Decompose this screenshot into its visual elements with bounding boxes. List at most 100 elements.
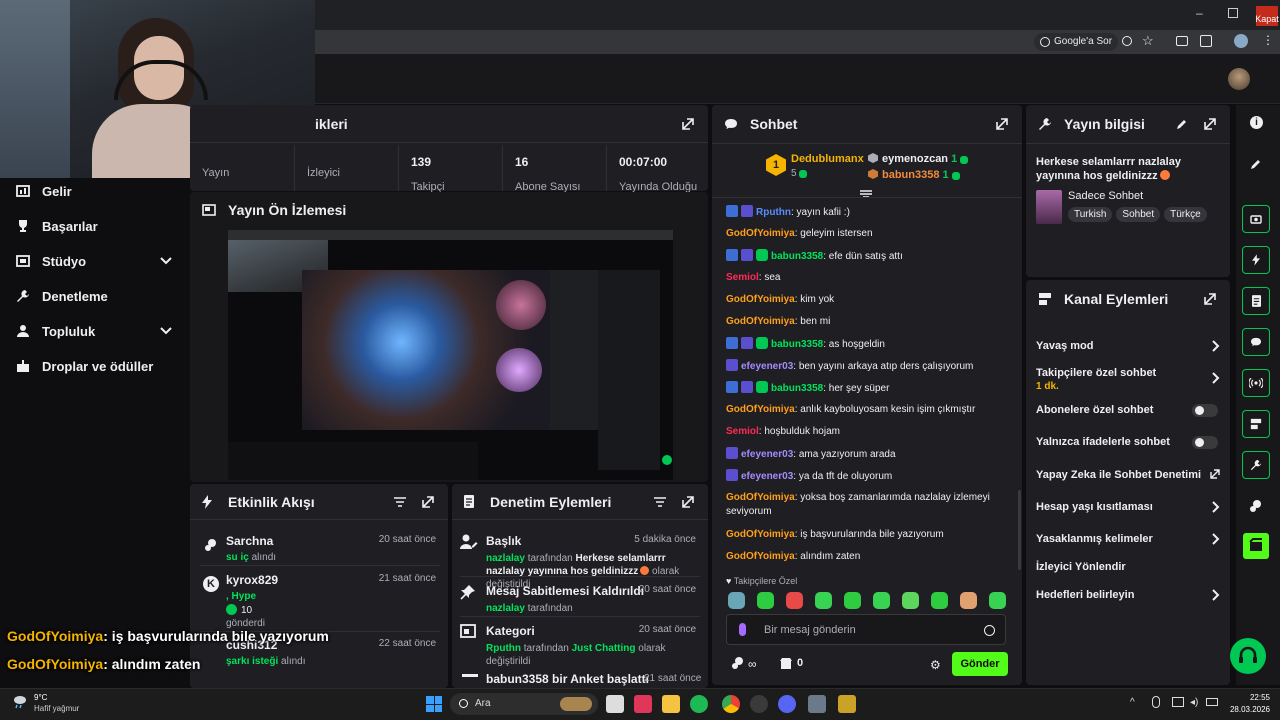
maximize-icon[interactable] — [1228, 8, 1238, 18]
activity-item[interactable]: K kyrox829 , Hype 10 gönderdi 21 saat ön… — [200, 573, 440, 629]
chat-message[interactable]: efeyener03: ama yazıyorum arada — [726, 447, 1016, 462]
rail-wrench-button[interactable] — [1242, 451, 1270, 479]
emote-button[interactable] — [902, 592, 919, 609]
chat-message[interactable]: GodOfYoimiya: kim yok — [726, 293, 1016, 307]
mod-item[interactable]: Kategori Rputhn tarafından Just Chatting… — [460, 624, 700, 668]
microphone-icon[interactable] — [739, 623, 746, 636]
rail-chat-button[interactable] — [1242, 328, 1270, 356]
chat-username[interactable]: Semiol — [726, 272, 759, 283]
chat-message[interactable]: Semiol: hoşbulduk hojam — [726, 425, 1016, 439]
task-view-icon[interactable] — [606, 695, 624, 713]
rail-broadcast-button[interactable] — [1242, 369, 1270, 397]
spotify-icon[interactable] — [690, 695, 708, 713]
popout-icon[interactable] — [1202, 291, 1218, 307]
chat-message[interactable]: GodOfYoimiya: geleyim istersen — [726, 227, 1016, 241]
filter-icon[interactable] — [392, 494, 408, 510]
chat-username[interactable]: GodOfYoimiya — [726, 492, 795, 503]
chat-username[interactable]: GodOfYoimiya — [726, 551, 795, 562]
edit-pencil-icon[interactable] — [1174, 116, 1190, 132]
chat-username[interactable]: babun3358 — [771, 383, 823, 394]
chat-settings-gear-icon[interactable]: ⚙ — [930, 658, 941, 672]
chat-username[interactable]: babun3358 — [771, 339, 823, 350]
emote-button[interactable] — [786, 592, 803, 609]
emote-button[interactable] — [757, 592, 774, 609]
chat-message[interactable]: GodOfYoimiya: iş başvurularında bile yaz… — [726, 528, 1016, 542]
clip-icon[interactable] — [1243, 533, 1269, 559]
clock-time[interactable]: 22:55 — [1230, 693, 1270, 702]
support-headset-button[interactable] — [1230, 638, 1266, 674]
chat-message[interactable]: GodOfYoimiya: anlık kayboluyosam kesin i… — [726, 403, 1016, 417]
chat-username[interactable]: GodOfYoimiya — [726, 228, 795, 239]
sidebar-item-moderation[interactable]: Denetleme — [0, 279, 190, 313]
popout-icon[interactable] — [994, 116, 1010, 132]
ai-moderation-row[interactable]: Yapay Zeka ile Sohbet Denetimi — [1036, 469, 1220, 481]
popout-icon[interactable] — [680, 116, 696, 132]
chat-scrollbar[interactable] — [1018, 490, 1021, 570]
chat-message[interactable]: Rputhn: yayın kafii :) — [726, 205, 1016, 220]
info-icon[interactable]: i — [1250, 116, 1263, 129]
popout-icon[interactable] — [1202, 116, 1218, 132]
weather-rain-icon[interactable] — [12, 694, 28, 710]
raid-row[interactable]: İzleyici Yönlendir — [1036, 561, 1220, 573]
chat-username[interactable]: efeyener03 — [741, 361, 793, 372]
account-age-row[interactable]: Hesap yaşı kısıtlaması — [1036, 501, 1220, 513]
subscribers-only-chat-row[interactable]: Abonelere özel sohbet — [1036, 404, 1220, 417]
chat-message[interactable]: GodOfYoimiya: alındım zaten — [726, 550, 1016, 564]
chat-input-field[interactable]: Bir mesaj gönderin — [726, 614, 1006, 645]
chat-username[interactable]: efeyener03 — [741, 471, 793, 482]
app-circle-icon[interactable] — [750, 695, 768, 713]
rail-lightning-button[interactable] — [1242, 246, 1270, 274]
chat-message[interactable]: GodOfYoimiya: yoksa boş zamanlarımda naz… — [726, 491, 1016, 519]
app-p-icon[interactable] — [634, 695, 652, 713]
chat-message[interactable]: efeyener03: ben yayını arkaya atıp ders … — [726, 359, 1016, 374]
goals-row[interactable]: Hedefleri belirleyin — [1036, 589, 1220, 601]
profile-avatar[interactable] — [1234, 34, 1248, 48]
emoji-icon[interactable] — [984, 625, 995, 636]
chat-username[interactable]: babun3358 — [771, 251, 823, 262]
emote-button[interactable] — [844, 592, 861, 609]
filter-icon[interactable] — [652, 494, 668, 510]
emote-button[interactable] — [728, 592, 745, 609]
category-thumbnail[interactable] — [1036, 190, 1062, 224]
sidebar-item-studio[interactable]: Stüdyo — [0, 244, 190, 278]
chat-username[interactable]: Semiol — [726, 426, 759, 437]
leaderboard-entry[interactable]: babun3358 1 — [868, 169, 963, 181]
mod-item[interactable]: Mesaj Sabitlemesi Kaldırıldı nazlalay ta… — [460, 584, 700, 615]
extensions-icon[interactable] — [1200, 35, 1212, 47]
battery-icon[interactable] — [1206, 698, 1218, 706]
tag-chip[interactable]: Sohbet — [1116, 207, 1161, 222]
emote-button[interactable] — [960, 592, 977, 609]
sidebar-item-community[interactable]: Topluluk — [0, 314, 190, 348]
chat-message[interactable]: babun3358: as hoşgeldin — [726, 337, 1016, 352]
stream-preview-video[interactable] — [228, 230, 673, 480]
taskbar-search[interactable]: Ara — [450, 693, 598, 715]
sidebar-item-achievements[interactable]: Başarılar — [0, 209, 190, 243]
popout-icon[interactable] — [420, 494, 436, 510]
activity-item[interactable]: Sarchna su iç alındı 20 saat önce — [200, 534, 440, 563]
volume-icon[interactable]: ◂) — [1190, 697, 1198, 708]
sidebar-item-drops[interactable]: Droplar ve ödüller — [0, 349, 190, 383]
bookmark-star-icon[interactable]: ☆ — [1142, 33, 1154, 49]
rail-camera-button[interactable] — [1242, 205, 1270, 233]
sidebar-item-revenue[interactable]: Gelir — [0, 174, 190, 208]
windows-start-icon[interactable] — [426, 696, 442, 712]
channel-points-icon[interactable] — [731, 656, 745, 670]
stream-category[interactable]: Sadece Sohbet — [1068, 190, 1143, 202]
chat-username[interactable]: GodOfYoimiya — [726, 316, 795, 327]
chat-message[interactable]: efeyener03: ya da tft de oluyorum — [726, 469, 1016, 484]
mic-tray-icon[interactable] — [1152, 696, 1160, 708]
chrome-icon[interactable] — [722, 695, 740, 713]
settings-app-icon[interactable] — [808, 695, 826, 713]
rail-actions-button[interactable] — [1242, 410, 1270, 438]
store-icon[interactable] — [780, 657, 792, 669]
emote-button[interactable] — [815, 592, 832, 609]
chevron-up-icon[interactable]: ^ — [1130, 697, 1135, 708]
user-avatar[interactable] — [1228, 68, 1250, 90]
minimize-icon[interactable]: – — [1196, 7, 1208, 20]
emote-only-chat-row[interactable]: Yalnızca ifadelerle sohbet — [1036, 436, 1220, 449]
edit-pencil-icon[interactable] — [1250, 158, 1262, 170]
clock-date[interactable]: 28.03.2026 — [1222, 705, 1270, 714]
chat-message[interactable]: GodOfYoimiya: ben mi — [726, 315, 1016, 329]
emote-button[interactable] — [989, 592, 1006, 609]
close-button[interactable]: Kapat — [1255, 6, 1279, 26]
